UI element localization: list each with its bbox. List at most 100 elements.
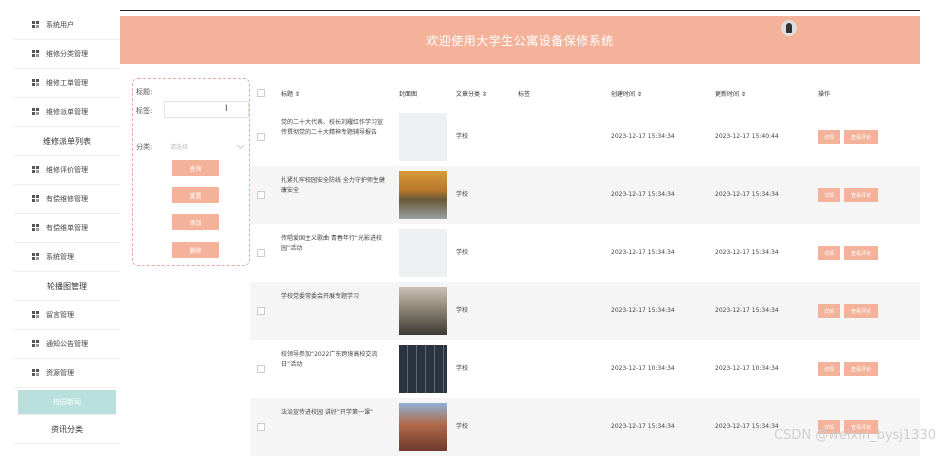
view-reviews-button[interactable]: 查看评论	[844, 188, 878, 202]
created-time: 2023-12-17 15:34:34	[611, 191, 675, 198]
cover-image	[399, 403, 447, 451]
grid-icon	[32, 340, 40, 348]
grid-icon	[32, 166, 40, 174]
news-title[interactable]: 学校党委常委会开展专题学习	[281, 292, 385, 302]
view-reviews-button[interactable]: 查看评论	[844, 246, 878, 260]
delete-button[interactable]: 删除	[172, 242, 219, 258]
sidebar-item-label: 有偿维单管理	[46, 224, 88, 232]
add-button[interactable]: 添加	[172, 214, 219, 230]
top-divider	[120, 10, 920, 11]
sidebar-item-label: 维修派单列表	[43, 136, 91, 146]
news-title[interactable]: 法治宣传进校园 讲好“开学第一课”	[281, 408, 385, 418]
grid-icon	[32, 79, 40, 87]
sidebar-item[interactable]: 轮播图管理	[14, 272, 120, 301]
sidebar-item-label: 轮播图管理	[47, 281, 87, 291]
sidebar-item-label: 资讯分类	[51, 424, 83, 434]
row-checkbox[interactable]	[257, 191, 265, 199]
chevron-down-icon	[236, 141, 245, 150]
sidebar-item-label: 维修派单管理	[46, 108, 88, 116]
news-category: 学校	[456, 249, 469, 256]
cover-image	[399, 345, 447, 393]
th-cover: 封面图	[399, 91, 418, 98]
grid-icon	[32, 195, 40, 203]
title-input[interactable]	[164, 101, 249, 118]
created-time: 2023-12-17 15:34:34	[611, 249, 675, 256]
row-checkbox[interactable]	[257, 365, 265, 373]
updated-time: 2023-12-17 15:40:44	[715, 133, 779, 140]
table-row: 党的二十大代表、校长刘耀红作学习宣传贯彻党的二十大精神专题辅导报告 学校 2023-…	[250, 108, 920, 166]
detail-button[interactable]: 详情	[818, 362, 840, 376]
sidebar-item[interactable]: 维修派单列表	[14, 127, 120, 156]
th-updated[interactable]: 更新时间 ⇕	[715, 89, 746, 98]
grid-icon	[32, 21, 40, 29]
row-checkbox[interactable]	[257, 249, 265, 257]
view-reviews-button[interactable]: 查看评论	[844, 130, 878, 144]
sidebar-item[interactable]: 有偿维单管理	[14, 214, 120, 243]
th-tag: 标签	[518, 91, 531, 98]
sidebar-item-label: 系统管理	[46, 253, 74, 261]
sidebar-item-label: 通知公告管理	[46, 340, 88, 348]
grid-icon	[32, 253, 40, 261]
text-cursor-icon: I	[225, 104, 228, 114]
row-checkbox[interactable]	[257, 423, 265, 431]
reset-button[interactable]: 重置	[172, 187, 219, 203]
sidebar-item[interactable]: 资源管理	[14, 359, 120, 388]
updated-time: 2023-12-17 15:34:34	[715, 307, 779, 314]
detail-button[interactable]: 详情	[818, 130, 840, 144]
sidebar-item[interactable]: 有偿维修管理	[14, 185, 120, 214]
sidebar-item[interactable]: 校园新闻	[18, 390, 116, 415]
sidebar-item[interactable]: 维修分类管理	[14, 40, 120, 69]
sidebar-item[interactable]: 维修工单管理	[14, 69, 120, 98]
th-category[interactable]: 文章分类 ⇕	[456, 89, 487, 98]
detail-button[interactable]: 详情	[818, 304, 840, 318]
header-banner: 欢迎使用大学生公寓设备保修系统	[120, 16, 920, 64]
detail-button[interactable]: 详情	[818, 246, 840, 260]
table-header: 标题 ⇕ 封面图 文章分类 ⇕ 标签 创建时间 ⇕ 更新时间 ⇕ 操作	[250, 78, 920, 108]
watermark: CSDN @weixin_bysj1330	[774, 428, 936, 443]
sidebar-item[interactable]: 系统用户	[14, 11, 120, 40]
sidebar-item-label: 留言管理	[46, 311, 74, 319]
query-button[interactable]: 查询	[172, 160, 219, 176]
updated-time: 2023-12-17 15:34:34	[715, 423, 779, 430]
table-row: 扎紧扎牢校园安全防线 全力守护师生健康安全 学校 2023-12-17 15:34:…	[250, 166, 920, 224]
category-placeholder: 请选择	[170, 144, 189, 151]
sidebar-item-label: 维修工单管理	[46, 79, 88, 87]
sidebar-item[interactable]: 系统管理	[14, 243, 120, 272]
sidebar-item[interactable]: 留言管理	[14, 301, 120, 330]
row-checkbox[interactable]	[257, 133, 265, 141]
avatar[interactable]	[781, 20, 797, 36]
page-title: 欢迎使用大学生公寓设备保修系统	[426, 33, 614, 48]
news-title[interactable]: 传唱爱国主义歌曲 青春年行“光影进校园”活动	[281, 234, 385, 254]
sidebar-item[interactable]: 维修派单管理	[14, 98, 120, 127]
detail-button[interactable]: 详情	[818, 188, 840, 202]
view-reviews-button[interactable]: 查看评论	[844, 362, 878, 376]
table-row: 学校党委常委会开展专题学习学校 2023-12-17 15:34:34 2023-1…	[250, 282, 920, 340]
news-title[interactable]: 校领导参加“2022广东跨境高校交流日”活动	[281, 350, 385, 370]
grid-icon	[32, 224, 40, 232]
row-checkbox[interactable]	[257, 307, 265, 315]
sidebar-item-label: 系统用户	[46, 21, 74, 29]
view-reviews-button[interactable]: 查看评论	[844, 304, 878, 318]
news-category: 学校	[456, 307, 469, 314]
th-created[interactable]: 创建时间 ⇕	[611, 89, 642, 98]
select-all-checkbox[interactable]	[257, 89, 265, 97]
updated-time: 2023-12-17 10:34:34	[715, 365, 779, 372]
table-row: 校领导参加“2022广东跨境高校交流日”活动 学校 2023-12-17 10:34…	[250, 340, 920, 398]
title-label: 标题:	[136, 88, 153, 96]
updated-time: 2023-12-17 15:34:34	[715, 249, 779, 256]
category-select[interactable]: 请选择	[164, 138, 249, 155]
sidebar-item-label: 维修分类管理	[46, 50, 88, 58]
th-actions: 操作	[818, 91, 831, 98]
sidebar-item[interactable]: 资讯分类	[14, 415, 120, 444]
th-title[interactable]: 标题 ⇕	[281, 89, 300, 98]
sidebar-item-label: 有偿维修管理	[46, 195, 88, 203]
sidebar-item[interactable]: 维修评价管理	[14, 156, 120, 185]
news-title[interactable]: 扎紧扎牢校园安全防线 全力守护师生健康安全	[281, 176, 385, 196]
cover-image	[399, 287, 447, 335]
created-time: 2023-12-17 15:34:34	[611, 307, 675, 314]
sidebar-item[interactable]: 通知公告管理	[14, 330, 120, 359]
created-time: 2023-12-17 10:34:34	[611, 365, 675, 372]
category-label: 分类:	[136, 143, 153, 151]
news-title[interactable]: 党的二十大代表、校长刘耀红作学习宣传贯彻党的二十大精神专题辅导报告	[281, 118, 385, 138]
sidebar-item-label: 资源管理	[46, 369, 74, 377]
